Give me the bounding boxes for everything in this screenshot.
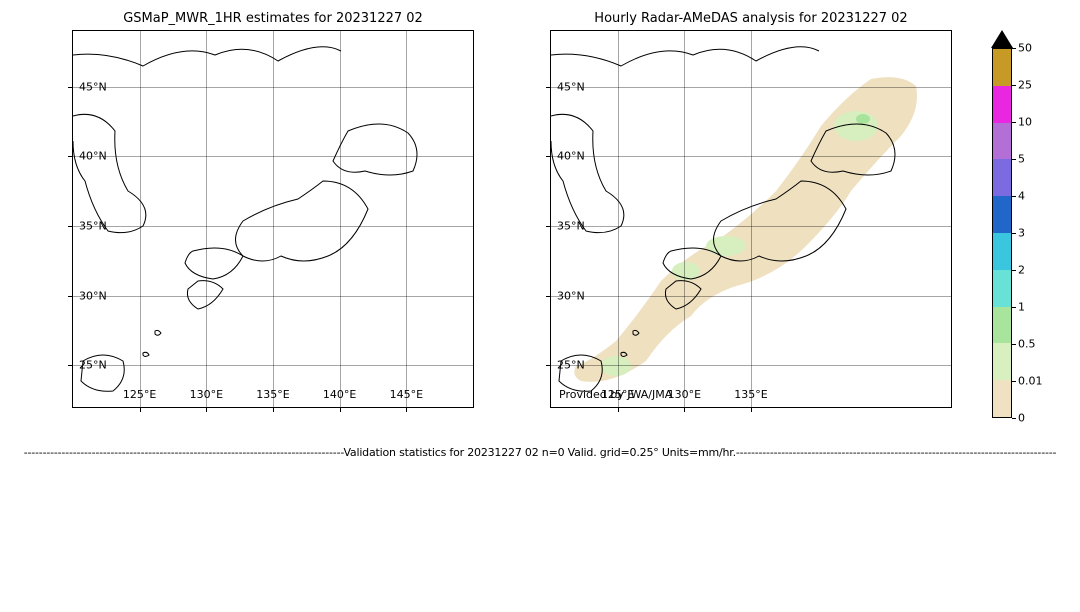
colorbar-tick-label: 2 [1018, 264, 1025, 277]
lat-tick: 25°N [79, 359, 107, 372]
validation-footer: ----------------------------------------… [0, 446, 1080, 459]
lon-tick: 135°E [734, 388, 767, 401]
lon-tick: 125°E [123, 388, 156, 401]
lat-tick: 25°N [557, 359, 585, 372]
lon-tick: 125°E [601, 388, 634, 401]
lat-tick: 35°N [79, 219, 107, 232]
title-right: Hourly Radar-AMeDAS analysis for 2023122… [551, 11, 951, 26]
colorbar-tick-label: 4 [1018, 190, 1025, 203]
title-left: GSMaP_MWR_1HR estimates for 20231227 02 [73, 11, 473, 26]
colorbar-tick-label: 5 [1018, 153, 1025, 166]
lat-tick: 30°N [557, 289, 585, 302]
lon-tick: 130°E [190, 388, 223, 401]
colorbar-tick-label: 50 [1018, 42, 1032, 55]
colorbar-tick-label: 1 [1018, 301, 1025, 314]
colorbar-tick-label: 0.5 [1018, 338, 1036, 351]
lat-tick: 45°N [79, 80, 107, 93]
lat-tick: 40°N [557, 150, 585, 163]
colorbar-overflow-icon [991, 30, 1013, 48]
lat-tick: 45°N [557, 80, 585, 93]
lon-tick: 145°E [390, 388, 423, 401]
map-panel-gsmap: GSMaP_MWR_1HR estimates for 20231227 02 … [72, 30, 474, 408]
lon-tick: 140°E [323, 388, 356, 401]
colorbar [992, 48, 1012, 418]
colorbar-tick-label: 0 [1018, 412, 1025, 425]
colorbar-tick-label: 25 [1018, 79, 1032, 92]
colorbar-tick-label: 0.01 [1018, 375, 1043, 388]
map-panel-radar: Hourly Radar-AMeDAS analysis for 2023122… [550, 30, 952, 408]
lat-tick: 30°N [79, 289, 107, 302]
colorbar-tick-label: 3 [1018, 227, 1025, 240]
colorbar-tick-label: 10 [1018, 116, 1032, 129]
lon-tick: 135°E [256, 388, 289, 401]
lat-tick: 35°N [557, 219, 585, 232]
lon-tick: 130°E [668, 388, 701, 401]
lat-tick: 40°N [79, 150, 107, 163]
